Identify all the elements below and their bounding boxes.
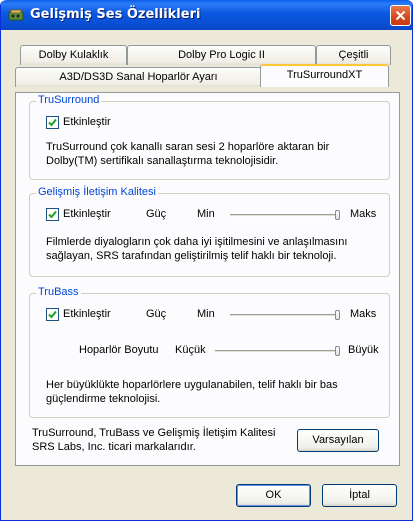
dialog-clarity-group: Gelişmiş İletişim Kalitesi Etkinleştir G… (29, 186, 390, 277)
window-title: Gelişmiş Ses Özellikleri (30, 7, 201, 22)
tab-trusurroundxt[interactable]: TruSurroundXT (260, 64, 389, 87)
dialog-clarity-legend: Gelişmiş İletişim Kalitesi (36, 186, 158, 198)
sound-card-icon (8, 9, 24, 21)
trusurround-legend: TruSurround (36, 94, 102, 106)
tab-label: Çeşitli (338, 49, 369, 61)
cancel-button[interactable]: İptal (322, 484, 397, 507)
tab-a3d-ds3d[interactable]: A3D/DS3D Sanal Hoparlör Ayarı (15, 67, 262, 87)
tab-label: Dolby Kulaklık (38, 49, 109, 61)
title-bar[interactable]: Gelişmiş Ses Özellikleri (1, 0, 412, 30)
dialog-clarity-gain-thumb[interactable] (335, 210, 340, 220)
checkmark-icon (48, 118, 57, 127)
speaker-size-large-label: Büyük (348, 344, 379, 356)
trademark-notice: TruSurround, TruBass ve Gelişmiş İletişi… (32, 427, 276, 453)
dialog-window: Gelişmiş Ses Özellikleri Dolby Kulaklık … (0, 0, 413, 521)
trusurround-enable-checkbox[interactable] (46, 116, 59, 129)
cancel-button-label: İptal (349, 489, 370, 501)
trubass-gain-track[interactable] (230, 314, 340, 317)
trubass-description: Her büyüklükte hoparlörlere uygulanabile… (46, 379, 338, 405)
defaults-button-label: Varsayılan (312, 434, 364, 446)
dialog-clarity-min-label: Min (197, 208, 215, 220)
speaker-size-small-label: Küçük (175, 344, 206, 356)
trubass-enable-label: Etkinleştir (63, 308, 111, 320)
defaults-button[interactable]: Varsayılan (297, 429, 379, 452)
tab-panel: TruSurround Etkinleştir TruSurround çok … (15, 92, 400, 466)
trusurround-description: TruSurround çok kanallı saran sesi 2 hop… (46, 141, 330, 167)
dialog-clarity-gain-track[interactable] (230, 214, 340, 217)
speaker-size-label: Hoparlör Boyutu (79, 344, 159, 356)
trubass-gain-thumb[interactable] (335, 310, 340, 320)
tab-dolby-pro-logic[interactable]: Dolby Pro Logic II (127, 45, 316, 65)
dialog-clarity-max-label: Maks (350, 208, 377, 220)
ok-button-label: OK (265, 489, 282, 501)
trubass-enable-checkbox[interactable] (46, 308, 59, 321)
trusurround-group: TruSurround Etkinleştir TruSurround çok … (29, 94, 390, 180)
tab-misc[interactable]: Çeşitli (316, 45, 391, 65)
tab-label: A3D/DS3D Sanal Hoparlör Ayarı (59, 71, 218, 83)
trusurround-enable-label: Etkinleştir (63, 116, 111, 128)
close-button[interactable] (390, 5, 411, 26)
checkmark-icon (48, 310, 57, 319)
trubass-gain-label: Güç (146, 308, 167, 320)
ok-button[interactable]: OK (236, 484, 311, 507)
speaker-size-thumb[interactable] (335, 346, 340, 356)
tab-dolby-headphone[interactable]: Dolby Kulaklık (20, 45, 127, 65)
dialog-clarity-enable-label: Etkinleştir (63, 208, 111, 220)
tab-label: TruSurroundXT (286, 69, 363, 81)
dialog-clarity-enable-checkbox[interactable] (46, 208, 59, 221)
trubass-group: TruBass Etkinleştir Güç Min Maks Hoparlö… (29, 286, 390, 418)
tab-label: Dolby Pro Logic II (178, 49, 265, 61)
dialog-clarity-gain-label: Güç (146, 208, 167, 220)
dialog-clarity-description: Filmlerde diyalogların çok daha iyi işit… (46, 236, 348, 262)
trubass-max-label: Maks (350, 308, 377, 320)
trubass-min-label: Min (197, 308, 215, 320)
close-icon (395, 10, 406, 21)
trubass-legend: TruBass (36, 286, 81, 298)
checkmark-icon (48, 210, 57, 219)
speaker-size-track[interactable] (215, 350, 340, 353)
